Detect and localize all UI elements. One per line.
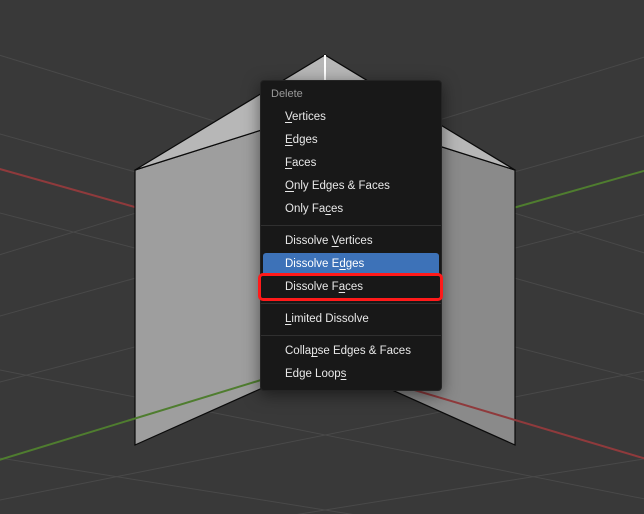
menu-item-only-faces[interactable]: Only Faces <box>261 198 441 221</box>
menu-separator <box>261 225 441 226</box>
menu-title: Delete <box>261 81 441 106</box>
menu-item-dissolve-faces[interactable]: Dissolve Faces <box>261 276 441 299</box>
menu-separator <box>261 303 441 304</box>
menu-item-collapse-edges-faces[interactable]: Collapse Edges & Faces <box>261 340 441 363</box>
delete-context-menu: Delete Vertices Edges Faces Only Edges &… <box>260 80 442 391</box>
menu-item-edges[interactable]: Edges <box>261 129 441 152</box>
menu-item-dissolve-edges[interactable]: Dissolve Edges <box>263 253 439 276</box>
menu-item-only-edges-faces[interactable]: Only Edges & Faces <box>261 175 441 198</box>
menu-item-dissolve-vertices[interactable]: Dissolve Vertices <box>261 230 441 253</box>
blender-3d-viewport[interactable]: Delete Vertices Edges Faces Only Edges &… <box>0 0 644 514</box>
menu-item-faces[interactable]: Faces <box>261 152 441 175</box>
menu-item-limited-dissolve[interactable]: Limited Dissolve <box>261 308 441 331</box>
menu-item-edge-loops[interactable]: Edge Loops <box>261 363 441 386</box>
menu-item-vertices[interactable]: Vertices <box>261 106 441 129</box>
menu-separator <box>261 335 441 336</box>
